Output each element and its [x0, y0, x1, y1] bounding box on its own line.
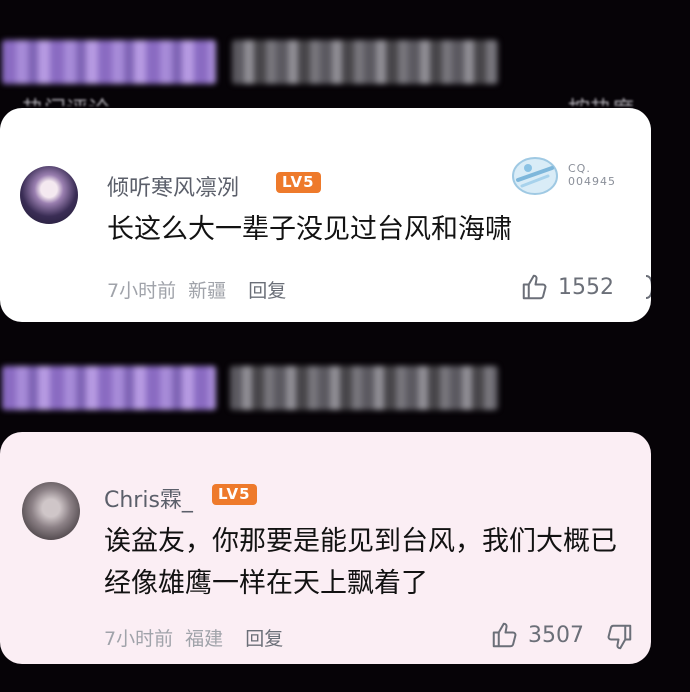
- comment-username[interactable]: 倾听寒风凛冽: [107, 170, 239, 202]
- fan-badge-code: CQ. 004945: [568, 162, 616, 188]
- comment-meta: 7小时前 新疆 回复: [107, 276, 286, 303]
- comment-username[interactable]: Chris霖_: [104, 482, 193, 514]
- thumbs-up-icon: [492, 622, 517, 648]
- thumbs-down-icon[interactable]: [604, 622, 634, 652]
- level-badge: LV5: [212, 484, 257, 505]
- avatar[interactable]: [22, 482, 80, 540]
- reply-button[interactable]: 回复: [248, 280, 286, 302]
- comment-location: 新疆: [188, 280, 227, 302]
- level-badge: LV5: [276, 172, 321, 193]
- comment-card-1: 倾听寒风凛冽 LV5 CQ. 004945 长这么大一辈子没见过台风和海啸 7小…: [0, 108, 651, 322]
- partial-section-label-1: 热门评论: [22, 92, 122, 106]
- blurred-username-header-2: [2, 366, 216, 410]
- like-button[interactable]: 1552: [520, 272, 614, 302]
- comment-time: 7小时前: [107, 280, 177, 302]
- blurred-title-header-1: [232, 40, 498, 84]
- like-count: 1552: [558, 274, 614, 300]
- thumbs-down-icon-partial[interactable]: [640, 272, 651, 302]
- reply-button[interactable]: 回复: [245, 628, 283, 650]
- comment-time: 7小时前: [104, 628, 174, 650]
- thumbs-up-icon: [522, 274, 547, 300]
- fan-badge-icon: [512, 157, 558, 195]
- avatar[interactable]: [20, 166, 78, 224]
- blurred-title-header-2: [230, 366, 498, 410]
- comment-card-2: Chris霖_ LV5 诶盆友，你那要是能见到台风，我们大概已 经像雄鹰一样在天…: [0, 432, 651, 664]
- like-count: 3507: [528, 622, 584, 648]
- comment-text-line-2: 经像雄鹰一样在天上飘着了: [104, 568, 428, 599]
- blurred-username-header-1: [2, 40, 216, 84]
- comment-location: 福建: [185, 628, 224, 650]
- like-button[interactable]: 3507: [490, 620, 584, 650]
- comment-meta: 7小时前 福建 回复: [104, 624, 283, 651]
- comment-text-line-1: 诶盆友，你那要是能见到台风，我们大概已: [104, 526, 617, 557]
- comment-text: 长这么大一辈子没见过台风和海啸: [107, 214, 512, 245]
- partial-sort-label-1: 按热度: [568, 92, 638, 106]
